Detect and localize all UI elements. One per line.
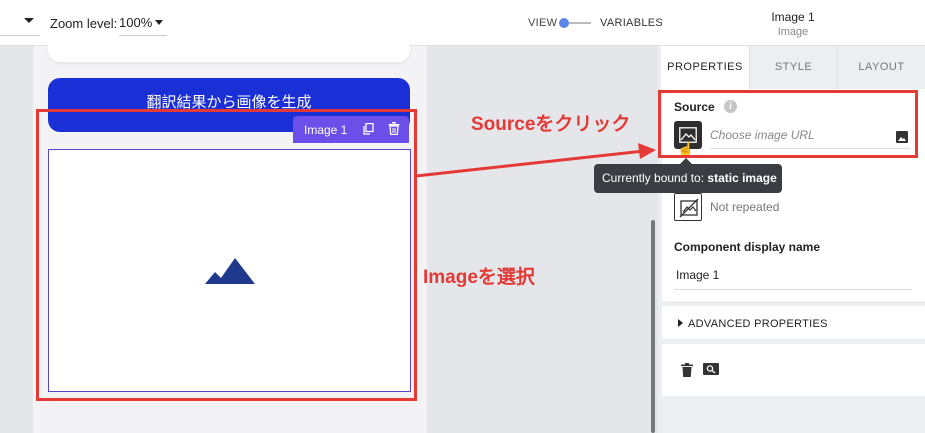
display-name-input[interactable]: Image 1 [674,264,912,290]
zoom-label: Zoom level: [50,16,118,31]
annotation-box-image [36,109,417,401]
chevron-down-icon [155,20,163,25]
canvas-scroll-thumb[interactable] [651,220,655,433]
selected-component-title: Image 1 [771,10,815,24]
toggle-knob [559,18,569,28]
search-icon[interactable] [703,363,719,375]
repeat-status: Not repeated [710,200,780,214]
panel-tabs: PROPERTIES STYLE LAYOUT [658,46,925,89]
trash-icon[interactable] [681,363,693,377]
zoom-value: 100% [119,15,153,30]
zoom-select[interactable]: 100% [119,12,167,36]
tooltip-arrow [680,158,692,164]
tab-style[interactable]: STYLE [749,46,837,89]
view-variables-toggle[interactable] [559,18,593,28]
tooltip-prefix: Currently bound to: [602,171,708,185]
annotation-source-click: Sourceをクリック [471,114,631,135]
previous-card[interactable] [48,40,410,62]
advanced-properties-label[interactable]: ADVANCED PROPERTIES [688,318,828,330]
tab-layout[interactable]: LAYOUT [837,46,925,89]
left-dropdown[interactable] [0,14,40,36]
actions-section [662,344,925,396]
tooltip-value: static image [707,171,777,185]
no-repeat-icon [679,198,699,218]
chevron-right-icon [678,319,683,327]
display-name-label: Component display name [674,240,821,254]
tab-properties[interactable]: PROPERTIES [661,46,749,89]
variables-label: VARIABLES [600,17,664,29]
annotation-box-source [658,90,918,158]
repeat-toggle-button[interactable] [674,193,702,221]
selected-component-type: Image [777,26,809,38]
annotation-image-select: Imageを選択 [423,267,535,288]
binding-tooltip: Currently bound to: static image [594,158,782,193]
view-label: VIEW [528,17,558,29]
chevron-down-icon [24,18,34,23]
